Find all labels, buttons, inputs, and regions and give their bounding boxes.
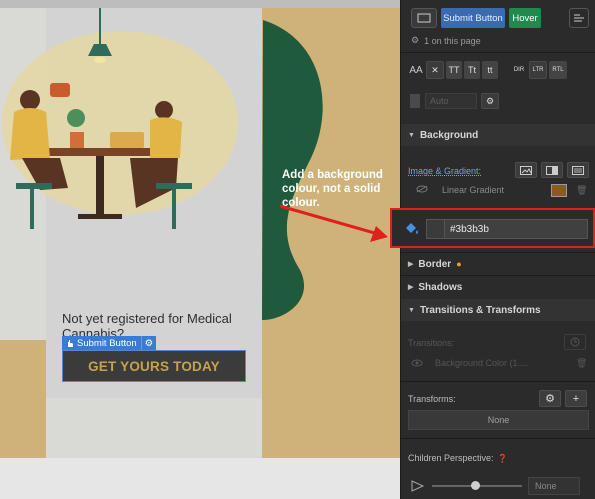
shadows-title: Shadows — [418, 281, 463, 293]
hand-pointer-icon — [68, 339, 73, 347]
gold-left-strip — [0, 340, 46, 460]
canvas-bottom-strip — [0, 458, 400, 499]
border-section-header[interactable]: ▶ Border ● — [401, 253, 595, 275]
modified-indicator-dot: ● — [456, 259, 462, 269]
background-color-input[interactable]: #3b3b3b — [426, 219, 588, 239]
selected-element-tag[interactable]: Submit Button ⚙ — [62, 336, 157, 350]
cta-question-text: Not yet registered for Medical Cannabis? — [62, 311, 232, 339]
perspective-select[interactable]: None — [528, 477, 580, 495]
transforms-none-box: None — [408, 410, 589, 430]
trash-icon[interactable]: 🗑 — [576, 185, 587, 196]
selected-element-label: Submit Button — [77, 337, 137, 349]
transitions-title: Transitions & Transforms — [419, 304, 541, 316]
border-title: Border — [418, 258, 452, 270]
color-swatch[interactable] — [427, 220, 445, 238]
children-perspective-text: Children Perspective: — [408, 453, 494, 463]
background-section-header[interactable]: ▼ Background — [401, 124, 595, 146]
gradient-swatch[interactable] — [551, 184, 567, 197]
usage-indicator: ⚙ 1 on this page — [411, 35, 481, 46]
monitor-icon — [417, 13, 431, 23]
consultation-illustration — [2, 8, 238, 229]
columns-input[interactable]: Auto — [425, 93, 477, 109]
children-perspective-label: Children Perspective: ❓ — [408, 453, 508, 463]
paint-bucket-icon — [406, 223, 418, 234]
caret-down-icon: ▼ — [408, 306, 415, 314]
direction-button[interactable]: DIR — [511, 61, 527, 79]
text-transform-capitalize[interactable]: Tt — [464, 61, 480, 79]
get-yours-today-button[interactable]: GET YOURS TODAY — [62, 350, 246, 382]
gear-icon: ⚙ — [411, 35, 420, 45]
selector-menu-button[interactable] — [569, 8, 589, 28]
element-settings-gear-icon[interactable]: ⚙ — [140, 336, 157, 350]
annotation-arrow-icon — [279, 204, 388, 242]
columns-settings-gear-icon[interactable]: ⚙ — [481, 93, 499, 109]
direction-rtl[interactable]: RTL — [549, 61, 567, 79]
transitions-label: Transitions: — [408, 338, 455, 348]
add-transform-plus-icon[interactable]: + — [565, 390, 587, 407]
solid-fill-icon[interactable] — [567, 162, 589, 178]
transform-settings-gear-icon[interactable]: ⚙ — [539, 390, 561, 407]
transition-item-label: Background Color (1.... — [435, 358, 528, 368]
transitions-section-header[interactable]: ▼ Transitions & Transforms — [401, 299, 595, 321]
perspective-icon — [411, 480, 425, 492]
eye-icon[interactable] — [411, 359, 423, 367]
class-selector-chip[interactable]: Submit Button — [441, 8, 505, 28]
transition-item[interactable]: Background Color (1.... — [411, 358, 591, 368]
help-icon[interactable]: ❓ — [498, 454, 508, 463]
trash-icon[interactable]: 🗑 — [576, 358, 587, 369]
text-transform-upper[interactable]: TT — [446, 61, 462, 79]
shadows-section-header[interactable]: ▶ Shadows — [401, 276, 595, 298]
text-transform-lower[interactable]: tt — [482, 61, 498, 79]
caret-right-icon: ▶ — [408, 261, 414, 268]
letter-case-aa[interactable]: AA — [406, 61, 426, 79]
background-image-icon[interactable] — [515, 162, 537, 178]
direction-ltr[interactable]: LTR — [529, 61, 547, 79]
color-hex-value: #3b3b3b — [450, 223, 489, 235]
caret-down-icon: ▼ — [408, 131, 415, 139]
column-icon — [410, 94, 420, 108]
state-selector-hover[interactable]: Hover — [509, 8, 541, 28]
transforms-label: Transforms: — [408, 394, 456, 404]
device-preview-button[interactable] — [411, 8, 437, 28]
divider — [401, 381, 595, 382]
caret-right-icon: ▶ — [408, 284, 414, 291]
canvas-top-strip — [0, 0, 400, 8]
design-canvas[interactable]: Add a background colour, not a solid col… — [0, 0, 400, 499]
add-transition-clock-icon[interactable] — [564, 334, 586, 350]
list-icon — [574, 14, 584, 22]
gradient-layer-label: Linear Gradient — [442, 185, 505, 195]
linear-gradient-icon[interactable] — [541, 162, 563, 178]
perspective-slider-knob[interactable] — [471, 481, 480, 490]
eye-hidden-icon[interactable] — [416, 185, 428, 195]
on-page-count: 1 on this page — [424, 35, 481, 46]
image-gradient-label[interactable]: Image & Gradient: — [408, 166, 481, 176]
background-title: Background — [419, 129, 479, 141]
text-transform-none[interactable]: ✕ — [426, 61, 444, 79]
divider — [401, 438, 595, 439]
style-panel: Submit Button Hover ⚙ 1 on this page AA … — [400, 0, 595, 499]
divider — [401, 52, 595, 53]
